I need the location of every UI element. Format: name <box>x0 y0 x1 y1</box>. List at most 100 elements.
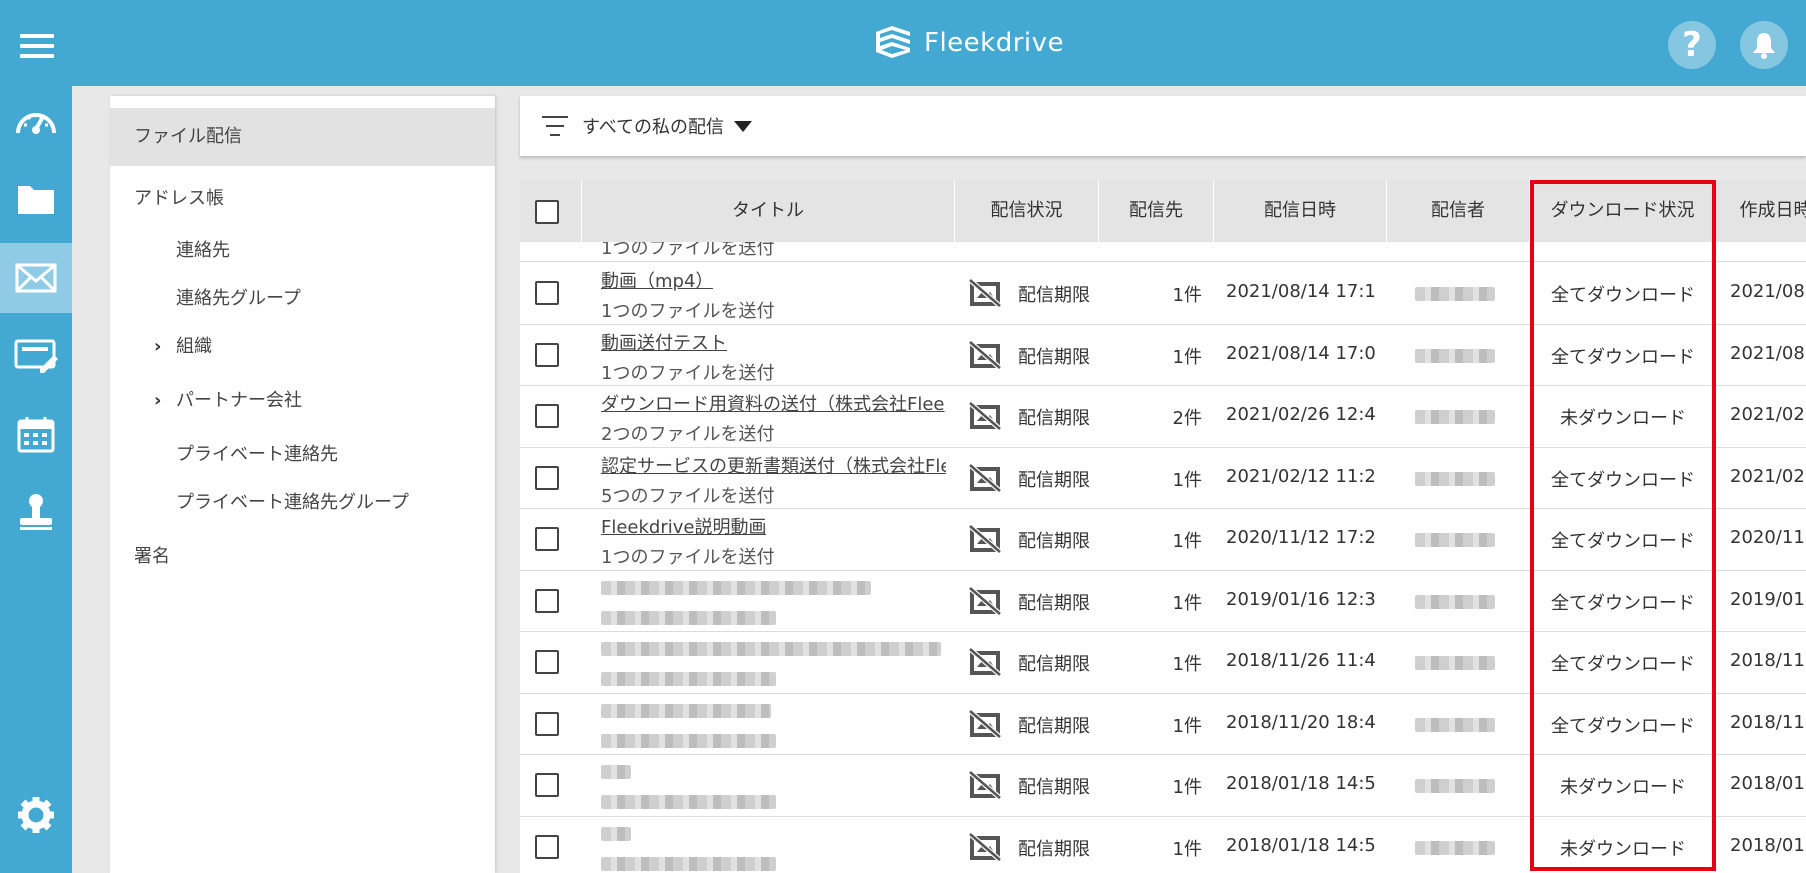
table-row[interactable]: 動画（mp4） 1つのファイルを送付 配信期限 1件 2021/08/14 17… <box>520 263 1806 325</box>
row-subtitle: 1つのファイルを送付 <box>601 362 775 384</box>
column-header-status[interactable]: 配信状況 <box>955 180 1099 242</box>
row-download-status: 全てダウンロード <box>1551 285 1695 306</box>
blurred-title <box>601 703 771 718</box>
top-bar: Fleekdrive ? <box>0 0 1806 86</box>
side-item-file-delivery[interactable]: ファイル配信 <box>110 108 495 166</box>
filter-icon[interactable] <box>542 116 568 136</box>
row-recipient-count: 1件 <box>1172 715 1202 737</box>
table-row[interactable]: 配信期限 1件 2019/01/16 12:3 全てダウンロード 2019/01 <box>520 570 1806 632</box>
side-item-private-contacts[interactable]: プライベート連絡先 <box>110 440 495 466</box>
stamp-icon[interactable] <box>0 477 72 547</box>
delivery-table: タイトル 配信状況 配信先 配信日時 配信者 ダウンロード状況 作成日時 1つの… <box>520 180 1806 873</box>
blurred-sender <box>1415 533 1495 547</box>
table-row[interactable]: 配信期限 1件 2018/11/26 11:4 全てダウンロード 2018/11 <box>520 632 1806 694</box>
row-download-status: 未ダウンロード <box>1560 408 1686 429</box>
row-checkbox[interactable] <box>535 711 559 736</box>
caret-down-icon[interactable] <box>734 120 753 132</box>
row-status: 配信期限 <box>1018 838 1090 860</box>
table-row[interactable]: 配信期限 1件 2018/11/20 18:4 全てダウンロード 2018/11 <box>520 693 1806 755</box>
table-row-partial: 1つのファイルを送付 <box>520 242 1806 262</box>
expired-delivery-icon <box>968 278 1002 308</box>
side-item-contact-groups[interactable]: 連絡先グループ <box>110 284 495 310</box>
row-checkbox[interactable] <box>535 465 559 490</box>
row-recipient-count: 1件 <box>1172 469 1202 491</box>
row-created: 2018/01 <box>1730 773 1805 794</box>
table-row[interactable]: Fleekdrive説明動画 1つのファイルを送付 配信期限 1件 2020/1… <box>520 509 1806 571</box>
blurred-sender <box>1415 471 1495 486</box>
blurred-subtitle <box>601 856 776 871</box>
chevron-right-icon: › <box>154 336 162 357</box>
bell-icon[interactable] <box>1740 21 1788 69</box>
row-checkbox[interactable] <box>535 527 559 551</box>
folder-icon[interactable] <box>0 164 72 234</box>
row-datetime: 2018/01/18 14:5 <box>1226 773 1376 794</box>
table-row[interactable]: ダウンロード用資料の送付（株式会社Flee 2つのファイルを送付 配信期限 2件… <box>520 386 1806 448</box>
row-title-link[interactable]: ダウンロード用資料の送付（株式会社Flee <box>601 390 945 416</box>
side-item-address-book[interactable]: アドレス帳 <box>110 184 495 210</box>
column-header-sender[interactable]: 配信者 <box>1387 180 1530 242</box>
row-title-link[interactable]: 認定サービスの更新書類送付（株式会社Fle <box>601 452 946 478</box>
screen-edit-icon[interactable] <box>0 321 72 391</box>
side-item-organization[interactable]: › 組織 <box>110 332 495 358</box>
row-checkbox[interactable] <box>535 650 559 674</box>
blurred-title <box>601 580 871 595</box>
help-icon[interactable]: ? <box>1668 21 1716 69</box>
row-download-status: 全てダウンロード <box>1551 469 1695 491</box>
row-datetime: 2019/01/16 12:3 <box>1226 588 1376 610</box>
side-item-signature[interactable]: 署名 <box>110 542 495 568</box>
column-header-datetime[interactable]: 配信日時 <box>1214 180 1387 242</box>
row-status: 配信期限 <box>1018 715 1090 737</box>
blurred-subtitle <box>601 795 776 809</box>
expired-delivery-icon <box>968 831 1002 862</box>
row-checkbox[interactable] <box>535 834 559 859</box>
row-checkbox[interactable] <box>535 773 559 797</box>
blurred-sender <box>1415 594 1495 609</box>
select-all-checkbox[interactable] <box>535 200 559 224</box>
row-checkbox[interactable] <box>535 404 559 428</box>
filter-label[interactable]: すべての私の配信 <box>582 113 724 139</box>
gear-icon[interactable] <box>0 780 72 850</box>
table-row[interactable]: 認定サービスの更新書類送付（株式会社Fle 5つのファイルを送付 配信期限 1件… <box>520 447 1806 509</box>
row-title-link[interactable]: 動画（mp4） <box>601 267 713 293</box>
menu-icon[interactable] <box>20 34 54 58</box>
row-checkbox[interactable] <box>535 342 559 367</box>
row-status: 配信期限 <box>1018 346 1090 368</box>
row-status: 配信期限 <box>1018 531 1090 552</box>
row-checkbox[interactable] <box>535 281 559 305</box>
side-item-private-groups[interactable]: プライベート連絡先グループ <box>110 488 495 514</box>
row-checkbox[interactable] <box>535 588 559 613</box>
row-created: 2020/11 <box>1730 527 1805 548</box>
row-created: 2018/01 <box>1730 834 1805 856</box>
row-created: 2021/08 <box>1730 281 1805 302</box>
expired-delivery-icon <box>968 524 1002 554</box>
side-item-contacts[interactable]: 連絡先 <box>110 236 495 262</box>
column-header-recipients[interactable]: 配信先 <box>1099 180 1214 242</box>
row-title-link[interactable]: 動画送付テスト <box>601 329 727 355</box>
expired-delivery-icon <box>968 585 1002 616</box>
table-row[interactable]: 動画送付テスト 1つのファイルを送付 配信期限 1件 2021/08/14 17… <box>520 324 1806 386</box>
table-row[interactable]: 配信期限 1件 2018/01/18 14:5 未ダウンロード 2018/01 <box>520 755 1806 817</box>
row-title-link[interactable]: Fleekdrive説明動画 <box>601 513 766 539</box>
side-item-label: パートナー会社 <box>176 390 302 411</box>
blurred-sender <box>1415 287 1495 301</box>
column-header-created[interactable]: 作成日時 <box>1716 180 1806 242</box>
row-status: 配信期限 <box>1018 654 1090 675</box>
column-header-download[interactable]: ダウンロード状況 <box>1530 180 1716 242</box>
side-item-partner[interactable]: › パートナー会社 <box>110 386 495 412</box>
table-header: タイトル 配信状況 配信先 配信日時 配信者 ダウンロード状況 作成日時 <box>520 180 1806 242</box>
dashboard-icon[interactable] <box>0 86 72 156</box>
column-header-title[interactable]: タイトル <box>582 180 955 242</box>
blurred-subtitle <box>601 672 776 686</box>
row-recipient-count: 1件 <box>1172 838 1202 860</box>
blurred-sender <box>1415 410 1495 424</box>
mail-icon[interactable] <box>0 243 72 313</box>
side-item-label: 組織 <box>176 336 212 357</box>
row-datetime: 2021/02/12 11:2 <box>1226 465 1376 487</box>
table-row[interactable]: 配信期限 1件 2018/01/18 14:5 未ダウンロード 2018/01 <box>520 816 1806 873</box>
expired-delivery-icon <box>968 708 1002 739</box>
blurred-subtitle <box>601 610 776 625</box>
expired-delivery-icon <box>968 401 1002 431</box>
calendar-icon[interactable] <box>0 399 72 469</box>
row-recipient-count: 1件 <box>1172 654 1202 675</box>
blurred-sender <box>1415 717 1495 732</box>
